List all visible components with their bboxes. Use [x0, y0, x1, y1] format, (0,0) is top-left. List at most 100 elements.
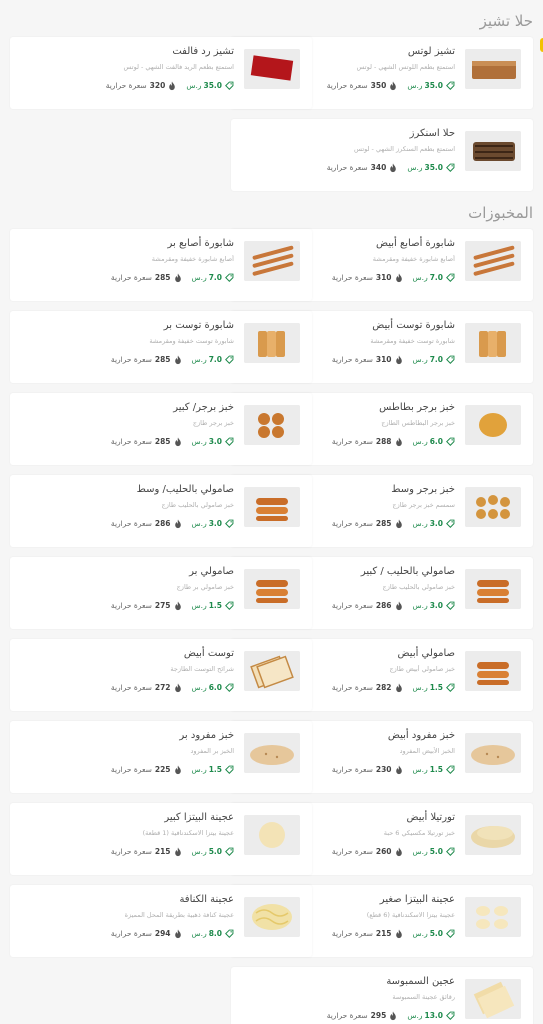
product-card[interactable]: شابورة توست بر شابورة توست خفيفة ومقرمشة 7… [10, 311, 312, 383]
product-image[interactable] [465, 651, 521, 691]
product-image[interactable] [465, 569, 521, 609]
product-name[interactable]: توست أبيض [184, 648, 234, 659]
product-image[interactable] [465, 323, 521, 363]
calories-value: 285 [375, 519, 392, 528]
calories: 272 سعرة حرارية [110, 683, 182, 693]
currency-label: ر.س [407, 81, 423, 90]
calories: 286 سعرة حرارية [111, 519, 182, 529]
product-description: استمتع بطعم السنكرز الشهي - لوتس [354, 145, 455, 153]
product-card[interactable]: حلا اسنكرز استمتع بطعم السنكرز الشهي - لو… [231, 119, 533, 191]
product-image[interactable] [465, 487, 521, 527]
product-image[interactable] [465, 49, 521, 89]
calories: 215 سعرة حرارية [332, 929, 403, 939]
product-name[interactable]: شابورة توست بر [164, 320, 234, 331]
calories-label: سعرة حرارية [110, 601, 152, 610]
product-image[interactable] [244, 241, 300, 281]
product-name[interactable]: صامولي بر [189, 566, 234, 577]
calories-label: سعرة حرارية [331, 273, 373, 282]
product-image[interactable] [465, 979, 521, 1019]
calories-value: 320 [149, 81, 166, 90]
product-meta: 1.5 ر.س 282 سعرة حرارية [332, 683, 455, 693]
price: 3.0 ر.س [192, 519, 234, 528]
product-image[interactable] [465, 897, 521, 937]
price-value: 8.0 [208, 929, 222, 938]
product-name[interactable]: عجينة البيتزا كبير [164, 812, 234, 823]
product-image[interactable] [244, 733, 300, 773]
product-card[interactable]: صامولي بر خبز صامولي بر طازج 1.5 ر.س 275 سعرة… [10, 557, 312, 629]
product-name[interactable]: تورتيلا أبيض [406, 812, 455, 823]
product-image[interactable] [244, 651, 300, 691]
product-card[interactable]: عجينة البيتزا كبير عجينة بيتزا الاسكندناف… [10, 803, 312, 875]
product-image[interactable] [244, 815, 300, 855]
product-image[interactable] [244, 405, 300, 445]
product-card[interactable]: عجينة الكنافة عجينة كنافة ذهبية بطريقة ال… [10, 885, 312, 957]
product-description: عجينة بيتزا الاسكندنافية (6 قطع) [366, 911, 455, 919]
product-name[interactable]: تشيز لوتس [408, 46, 455, 57]
calories: 282 سعرة حرارية [332, 683, 403, 693]
flame-icon [174, 929, 182, 939]
product-name[interactable]: صامولي أبيض [398, 648, 455, 659]
product-card[interactable]: خبز برجر/ كبير خبز برجر طازج 3.0 ر.س 285 سعرة… [10, 393, 312, 465]
product-image[interactable] [244, 49, 300, 89]
price-tag-icon [446, 765, 455, 774]
calories-label: سعرة حرارية [331, 519, 373, 528]
currency-label: ر.س [412, 765, 428, 774]
currency-label: ر.س [191, 519, 207, 528]
calories-label: سعرة حرارية [110, 683, 152, 692]
price-value: 7.0 [429, 273, 443, 282]
product-name[interactable]: تشيز رد فالفت [172, 46, 234, 57]
calories-value: 288 [375, 437, 392, 446]
product-image[interactable] [465, 815, 521, 855]
product-meta: 3.0 ر.س 285 سعرة حرارية [111, 437, 234, 447]
price: 5.0 ر.س [192, 847, 234, 856]
product-description: خبز برجر البطاطس الطازج [381, 419, 455, 427]
product-image[interactable] [244, 323, 300, 363]
product-name[interactable]: خبز برجر وسط [391, 484, 455, 495]
calories-value: 310 [375, 273, 392, 282]
product-image[interactable] [244, 569, 300, 609]
currency-label: ر.س [191, 929, 207, 938]
product-image[interactable] [465, 405, 521, 445]
price-tag-icon [225, 929, 234, 938]
product-description: خبز صامولي أبيض طازج [389, 665, 455, 673]
product-name[interactable]: خبز برجر/ كبير [173, 402, 234, 413]
product-card[interactable]: شابورة أصابع بر أصابع شابورة خفيفة ومقرمش… [10, 229, 312, 301]
product-name[interactable]: حلا اسنكرز [410, 128, 455, 139]
calories: 225 سعرة حرارية [111, 765, 182, 775]
product-meta: 5.0 ر.س 215 سعرة حرارية [111, 847, 234, 857]
product-name[interactable]: شابورة توست أبيض [372, 320, 455, 331]
product-description: أصابع شابورة خفيفة ومقرمشة [372, 255, 455, 263]
product-name[interactable]: خبز مفرود أبيض [388, 730, 455, 741]
product-name[interactable]: عجينة البيتزا صغير [380, 894, 455, 905]
product-image[interactable] [244, 487, 300, 527]
price-tag-icon [225, 601, 234, 610]
product-name[interactable]: خبز برجر بطاطس [379, 402, 455, 413]
product-name[interactable]: صامولي بالحليب/ وسط [137, 484, 234, 495]
product-name[interactable]: شابورة أصابع بر [167, 238, 234, 249]
product-card[interactable]: توست أبيض شرائح التوست الطازجة 6.0 ر.س 272 سع… [10, 639, 312, 711]
price-value: 35.0 [424, 163, 443, 172]
product-name[interactable]: شابورة أصابع أبيض [376, 238, 455, 249]
calories-value: 285 [154, 437, 171, 446]
product-card[interactable]: عجين السمبوسة رقائق عجينة السمبوسة 13.0 ر.س… [231, 967, 533, 1024]
product-name[interactable]: خبز مفرود بر [179, 730, 234, 741]
price-value: 1.5 [208, 765, 222, 774]
product-name[interactable]: عجينة الكنافة [179, 894, 234, 905]
product-name[interactable]: صامولي بالحليب / كبير [361, 566, 455, 577]
product-image[interactable] [465, 241, 521, 281]
price-tag-icon [225, 355, 234, 364]
product-image[interactable] [465, 733, 521, 773]
product-card[interactable]: تشيز رد فالفت استمتع بطعم الريد فالفت الش… [10, 37, 312, 109]
price: 1.5 ر.س [413, 683, 455, 692]
product-card[interactable]: خبز مفرود بر الخبز بر المفرود 1.5 ر.س 225 سعر… [10, 721, 312, 793]
product-image[interactable] [465, 131, 521, 171]
calories-label: سعرة حرارية [326, 81, 368, 90]
product-image[interactable] [244, 897, 300, 937]
product-name[interactable]: عجين السمبوسة [386, 976, 455, 987]
product-meta: 3.0 ر.س 286 سعرة حرارية [332, 601, 455, 611]
currency-label: ر.س [407, 163, 423, 172]
flame-icon [395, 519, 403, 529]
product-meta: 3.0 ر.س 285 سعرة حرارية [331, 519, 455, 529]
product-meta: 6.0 ر.س 288 سعرة حرارية [332, 437, 455, 447]
product-card[interactable]: صامولي بالحليب/ وسط خبز صامولي بالحليب طا… [10, 475, 312, 547]
